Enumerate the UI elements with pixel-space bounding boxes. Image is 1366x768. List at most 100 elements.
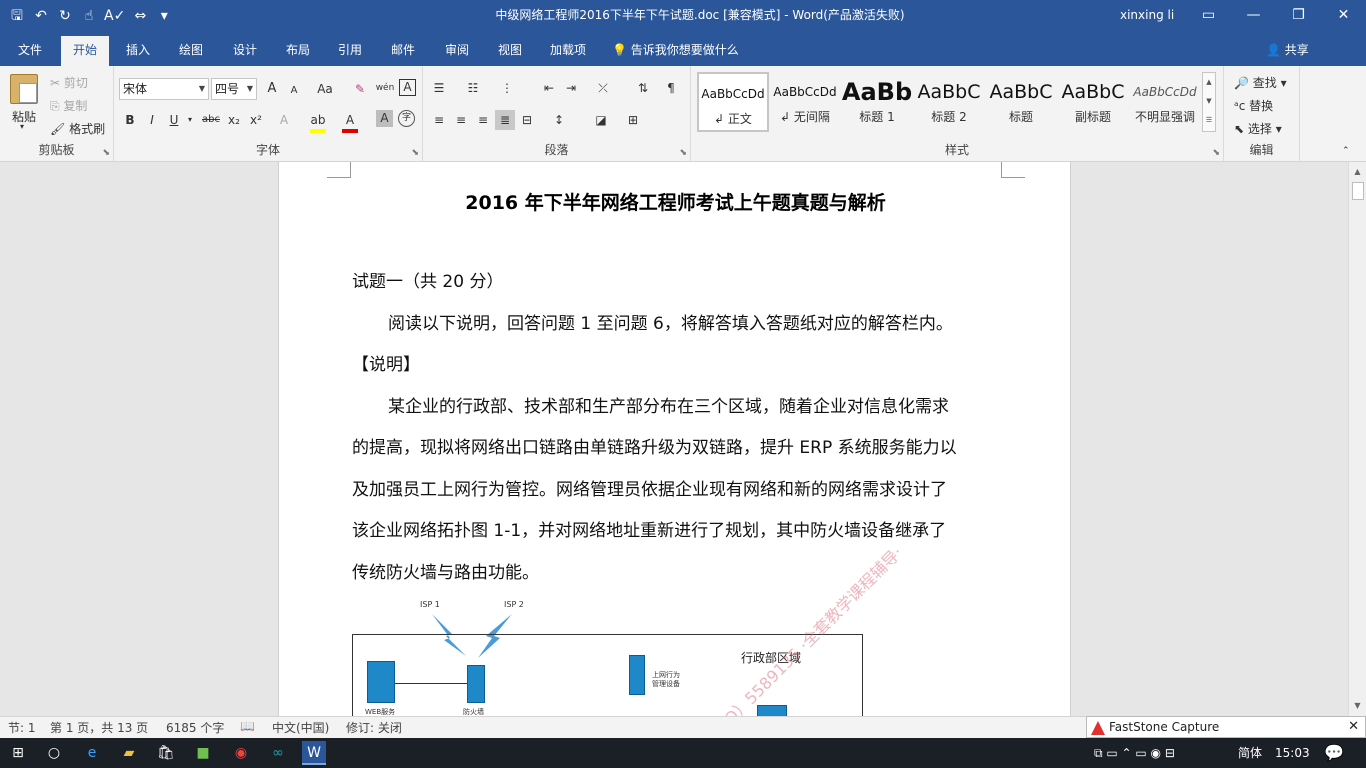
underline-dropdown-icon[interactable]: ▾ xyxy=(180,110,200,130)
restore-icon[interactable]: ❐ xyxy=(1276,0,1321,32)
paragraph-launcher-icon[interactable]: ⬊ xyxy=(679,148,687,158)
align-center-icon[interactable]: ≡ xyxy=(451,110,471,130)
font-launcher-icon[interactable]: ⬊ xyxy=(411,148,419,158)
clock[interactable]: 15:03 xyxy=(1275,738,1310,768)
highlight-button[interactable]: ab xyxy=(308,110,328,130)
clipboard-launcher-icon[interactable]: ⬊ xyxy=(102,148,110,158)
scroll-thumb[interactable] xyxy=(1352,182,1364,200)
style-no-spacing[interactable]: AaBbCcDd ↲ 无间隔 xyxy=(769,72,841,132)
ribbon-display-icon[interactable]: ▭ xyxy=(1186,0,1231,32)
collapse-ribbon-icon[interactable]: ⌃ xyxy=(1342,146,1350,156)
text-layout-icon[interactable]: ⇔ xyxy=(131,5,149,27)
phonetic-guide-button[interactable]: wén xyxy=(375,78,395,98)
copy-button[interactable]: ⎘ 复制 xyxy=(50,97,87,114)
style-normal[interactable]: AaBbCcDd ↲ 正文 xyxy=(697,72,769,132)
chevron-down-icon[interactable]: ▼ xyxy=(1203,92,1215,111)
tab-review[interactable]: 审阅 xyxy=(433,36,481,66)
replace-button[interactable]: ᵃc 替换 xyxy=(1234,97,1273,114)
tab-references[interactable]: 引用 xyxy=(326,36,374,66)
style-heading-2[interactable]: AaBbC 标题 2 xyxy=(913,72,985,132)
strikethrough-button[interactable]: abc xyxy=(198,110,224,130)
tab-addins[interactable]: 加载项 xyxy=(538,36,598,66)
style-subtitle[interactable]: AaBbC 副标题 xyxy=(1057,72,1129,132)
cortana-icon[interactable]: ○ xyxy=(42,741,66,765)
styles-scroll[interactable]: ▲ ▼ ☰ xyxy=(1202,72,1216,132)
arduino-icon[interactable]: ∞ xyxy=(266,741,290,765)
multilevel-list-icon[interactable]: ⋮ xyxy=(497,78,517,98)
tell-me-search[interactable]: 💡 告诉我你想要做什么 xyxy=(612,36,739,66)
format-painter-button[interactable]: 🖌 格式刷 xyxy=(50,120,105,137)
styles-launcher-icon[interactable]: ⬊ xyxy=(1212,148,1220,158)
shrink-font-button[interactable]: A xyxy=(284,81,304,101)
font-color-button[interactable]: A xyxy=(340,110,360,130)
enclose-chars-button[interactable]: 字 xyxy=(398,110,415,127)
customize-qat-icon[interactable]: ▾ xyxy=(155,5,173,27)
notification-icon[interactable]: 💬 xyxy=(1324,738,1344,768)
paste-icon[interactable] xyxy=(10,74,38,104)
style-subtle-emphasis[interactable]: AaBbCcDd 不明显强调 xyxy=(1129,72,1201,132)
language-indicator[interactable]: 中文(中国) xyxy=(272,719,329,736)
app-icon[interactable]: ■ xyxy=(191,741,215,765)
show-marks-icon[interactable]: ¶ xyxy=(661,78,681,98)
bullets-icon[interactable]: ☰ xyxy=(429,78,449,98)
align-right-icon[interactable]: ≡ xyxy=(473,110,493,130)
close-icon[interactable]: ✕ xyxy=(1348,719,1359,734)
document-page[interactable]: 2016 年下半年网络工程师考试上午题真题与解析 试题一（共 20 分） 阅读以… xyxy=(278,162,1071,716)
more-styles-icon[interactable]: ☰ xyxy=(1203,111,1215,130)
spelling-icon[interactable]: A✓ xyxy=(104,5,125,27)
tab-draw[interactable]: 绘图 xyxy=(167,36,215,66)
tab-mailings[interactable]: 邮件 xyxy=(379,36,427,66)
tab-design[interactable]: 设计 xyxy=(221,36,269,66)
line-spacing-icon[interactable]: ↕ xyxy=(549,110,569,130)
text-effects-button[interactable]: A xyxy=(274,110,294,130)
word-icon[interactable]: W xyxy=(302,741,326,765)
borders-icon[interactable]: ⊞ xyxy=(623,110,643,130)
touch-mode-icon[interactable]: ☝ xyxy=(80,5,98,27)
explorer-icon[interactable]: ▰ xyxy=(117,741,141,765)
numbering-icon[interactable]: ☷ xyxy=(463,78,483,98)
clear-formatting-icon[interactable]: ✎ xyxy=(350,79,370,99)
shading-icon[interactable]: ◪ xyxy=(591,110,611,130)
change-case-button[interactable]: Aa xyxy=(310,79,340,99)
track-changes-indicator[interactable]: 修订: 关闭 xyxy=(346,719,402,736)
char-shading-button[interactable]: A xyxy=(376,110,393,127)
subscript-button[interactable]: x₂ xyxy=(224,110,244,130)
grow-font-button[interactable]: A xyxy=(262,79,282,99)
section-indicator[interactable]: 节: 1 xyxy=(8,719,36,736)
share-button[interactable]: 👤 共享 xyxy=(1266,36,1309,66)
proofing-icon[interactable]: 📖 xyxy=(240,719,255,733)
find-button[interactable]: 🔎 查找 ▾ xyxy=(1234,74,1287,91)
style-heading-1[interactable]: AaBb 标题 1 xyxy=(841,72,913,132)
paste-dropdown-icon[interactable]: ▾ xyxy=(20,122,24,131)
word-count[interactable]: 6185 个字 xyxy=(166,719,224,736)
justify-icon[interactable]: ≣ xyxy=(495,110,515,130)
tab-layout[interactable]: 布局 xyxy=(274,36,322,66)
tab-home[interactable]: 开始 xyxy=(61,36,110,66)
increase-indent-icon[interactable]: ⇥ xyxy=(561,78,581,98)
italic-button[interactable]: I xyxy=(142,110,162,130)
scroll-up-icon[interactable]: ▲ xyxy=(1349,164,1366,180)
close-icon[interactable]: ✕ xyxy=(1321,0,1366,32)
page-indicator[interactable]: 第 1 页，共 13 页 xyxy=(50,719,148,736)
font-name-combo[interactable]: 宋体 ▼ xyxy=(119,78,209,100)
superscript-button[interactable]: x² xyxy=(246,110,266,130)
tray-icons[interactable]: ⧉ ▭ ⌃ ▭ ◉ ⊟ xyxy=(1094,738,1175,768)
font-size-combo[interactable]: 四号 ▼ xyxy=(211,78,257,100)
cut-button[interactable]: ✂ 剪切 xyxy=(50,74,88,91)
store-icon[interactable]: 🛍 xyxy=(154,741,178,765)
decrease-indent-icon[interactable]: ⇤ xyxy=(539,78,559,98)
style-title[interactable]: AaBbC 标题 xyxy=(985,72,1057,132)
scroll-down-icon[interactable]: ▼ xyxy=(1349,698,1366,714)
distributed-icon[interactable]: ⊟ xyxy=(517,110,537,130)
bold-button[interactable]: B xyxy=(120,110,140,130)
edge-icon[interactable]: e xyxy=(80,741,104,765)
vertical-scrollbar[interactable]: ▲ ▼ xyxy=(1348,162,1366,716)
chinese-layout-icon[interactable]: ⤫ xyxy=(593,78,613,98)
faststone-popup[interactable]: FastStone Capture ✕ xyxy=(1086,716,1366,738)
redo-icon[interactable]: ↻ xyxy=(56,5,74,27)
char-border-button[interactable]: A xyxy=(399,79,416,96)
undo-icon[interactable]: ↶ xyxy=(32,5,50,27)
minimize-icon[interactable]: — xyxy=(1231,0,1276,32)
tab-insert[interactable]: 插入 xyxy=(114,36,162,66)
sort-icon[interactable]: ⇅ xyxy=(633,78,653,98)
